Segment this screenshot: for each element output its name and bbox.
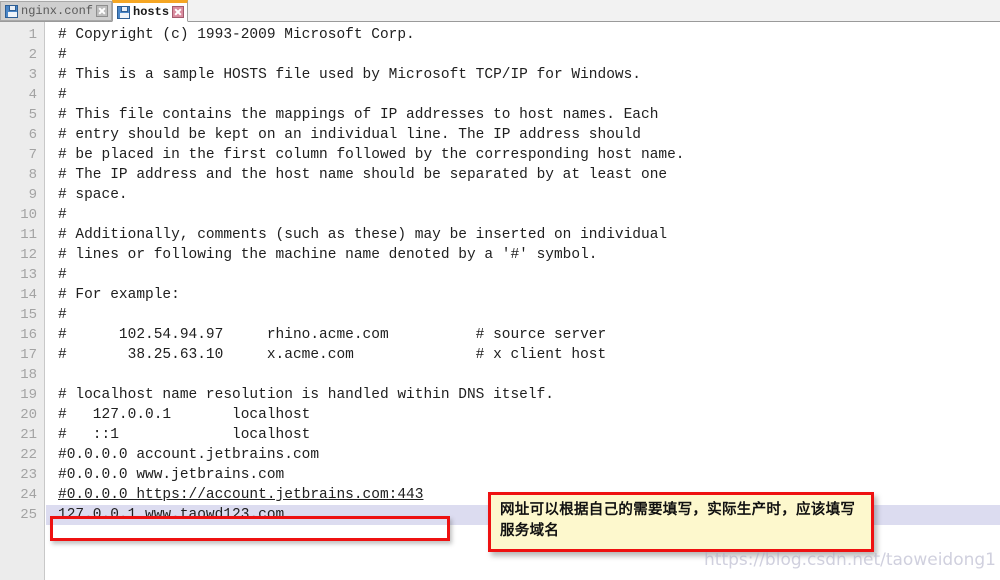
code-line[interactable]: # localhost name resolution is handled w…: [46, 385, 1000, 405]
line-number: 25: [20, 507, 37, 523]
line-number: 7: [28, 147, 37, 163]
code-line[interactable]: #: [46, 265, 1000, 285]
line-number: 9: [28, 187, 37, 203]
annotation-callout-box: 网址可以根据自己的需要填写，实际生产时，应该填写服务域名: [488, 492, 874, 552]
line-number: 5: [28, 107, 37, 123]
line-number: 24: [20, 487, 37, 503]
line-number-list: 1 2 3 4 5 6 7 8 9 10 11 12 13 14 15 16 1…: [0, 22, 44, 525]
line-number-gutter: 1 2 3 4 5 6 7 8 9 10 11 12 13 14 15 16 1…: [0, 22, 45, 580]
code-line[interactable]: # ::1 localhost: [46, 425, 1000, 445]
line-number: 20: [20, 407, 37, 423]
line-number: 4: [28, 87, 37, 103]
line-number: 23: [20, 467, 37, 483]
annotation-callout-text: 网址可以根据自己的需要填写，实际生产时，应该填写服务域名: [500, 502, 856, 539]
tab-nginx-conf[interactable]: nginx.conf: [0, 1, 113, 21]
code-line[interactable]: [46, 365, 1000, 385]
code-line[interactable]: # 102.54.94.97 rhino.acme.com # source s…: [46, 325, 1000, 345]
line-number: 17: [20, 347, 37, 363]
line-number: 3: [28, 67, 37, 83]
code-line[interactable]: # This file contains the mappings of IP …: [46, 105, 1000, 125]
code-line[interactable]: #: [46, 205, 1000, 225]
line-number: 2: [28, 47, 37, 63]
code-line[interactable]: #: [46, 85, 1000, 105]
line-number: 18: [20, 367, 37, 383]
code-line[interactable]: #0.0.0.0 www.jetbrains.com: [46, 465, 1000, 485]
tab-hosts[interactable]: hosts: [112, 0, 189, 22]
code-line[interactable]: #: [46, 305, 1000, 325]
line-number: 21: [20, 427, 37, 443]
close-icon[interactable]: [172, 6, 185, 18]
code-line[interactable]: # entry should be kept on an individual …: [46, 125, 1000, 145]
line-number: 1: [28, 27, 37, 43]
floppy-disk-icon: [117, 5, 131, 19]
tab-label: nginx.conf: [21, 4, 94, 18]
code-line[interactable]: # This is a sample HOSTS file used by Mi…: [46, 65, 1000, 85]
code-line[interactable]: # be placed in the first column followed…: [46, 145, 1000, 165]
line-number: 12: [20, 247, 37, 263]
tab-bar: nginx.conf hosts: [0, 0, 1000, 22]
code-line[interactable]: # For example:: [46, 285, 1000, 305]
code-line[interactable]: # 38.25.63.10 x.acme.com # x client host: [46, 345, 1000, 365]
watermark-text: https://blog.csdn.net/taoweidong1: [704, 550, 996, 570]
line-number: 11: [20, 227, 37, 243]
code-line[interactable]: # space.: [46, 185, 1000, 205]
line-number: 22: [20, 447, 37, 463]
line-number: 8: [28, 167, 37, 183]
tab-label: hosts: [133, 5, 170, 19]
annotation-highlight-rectangle: [50, 516, 450, 541]
line-number: 15: [20, 307, 37, 323]
code-line[interactable]: #0.0.0.0 account.jetbrains.com: [46, 445, 1000, 465]
line-number: 19: [20, 387, 37, 403]
code-line[interactable]: # The IP address and the host name shoul…: [46, 165, 1000, 185]
line-number: 16: [20, 327, 37, 343]
code-line[interactable]: # 127.0.0.1 localhost: [46, 405, 1000, 425]
line-number: 6: [28, 127, 37, 143]
floppy-disk-icon: [5, 4, 18, 18]
code-line[interactable]: # lines or following the machine name de…: [46, 245, 1000, 265]
code-line[interactable]: #: [46, 45, 1000, 65]
code-line[interactable]: # Copyright (c) 1993-2009 Microsoft Corp…: [46, 25, 1000, 45]
line-number: 10: [20, 207, 37, 223]
close-icon[interactable]: [96, 5, 109, 17]
code-line[interactable]: # Additionally, comments (such as these)…: [46, 225, 1000, 245]
line-number: 14: [20, 287, 37, 303]
line-number: 13: [20, 267, 37, 283]
